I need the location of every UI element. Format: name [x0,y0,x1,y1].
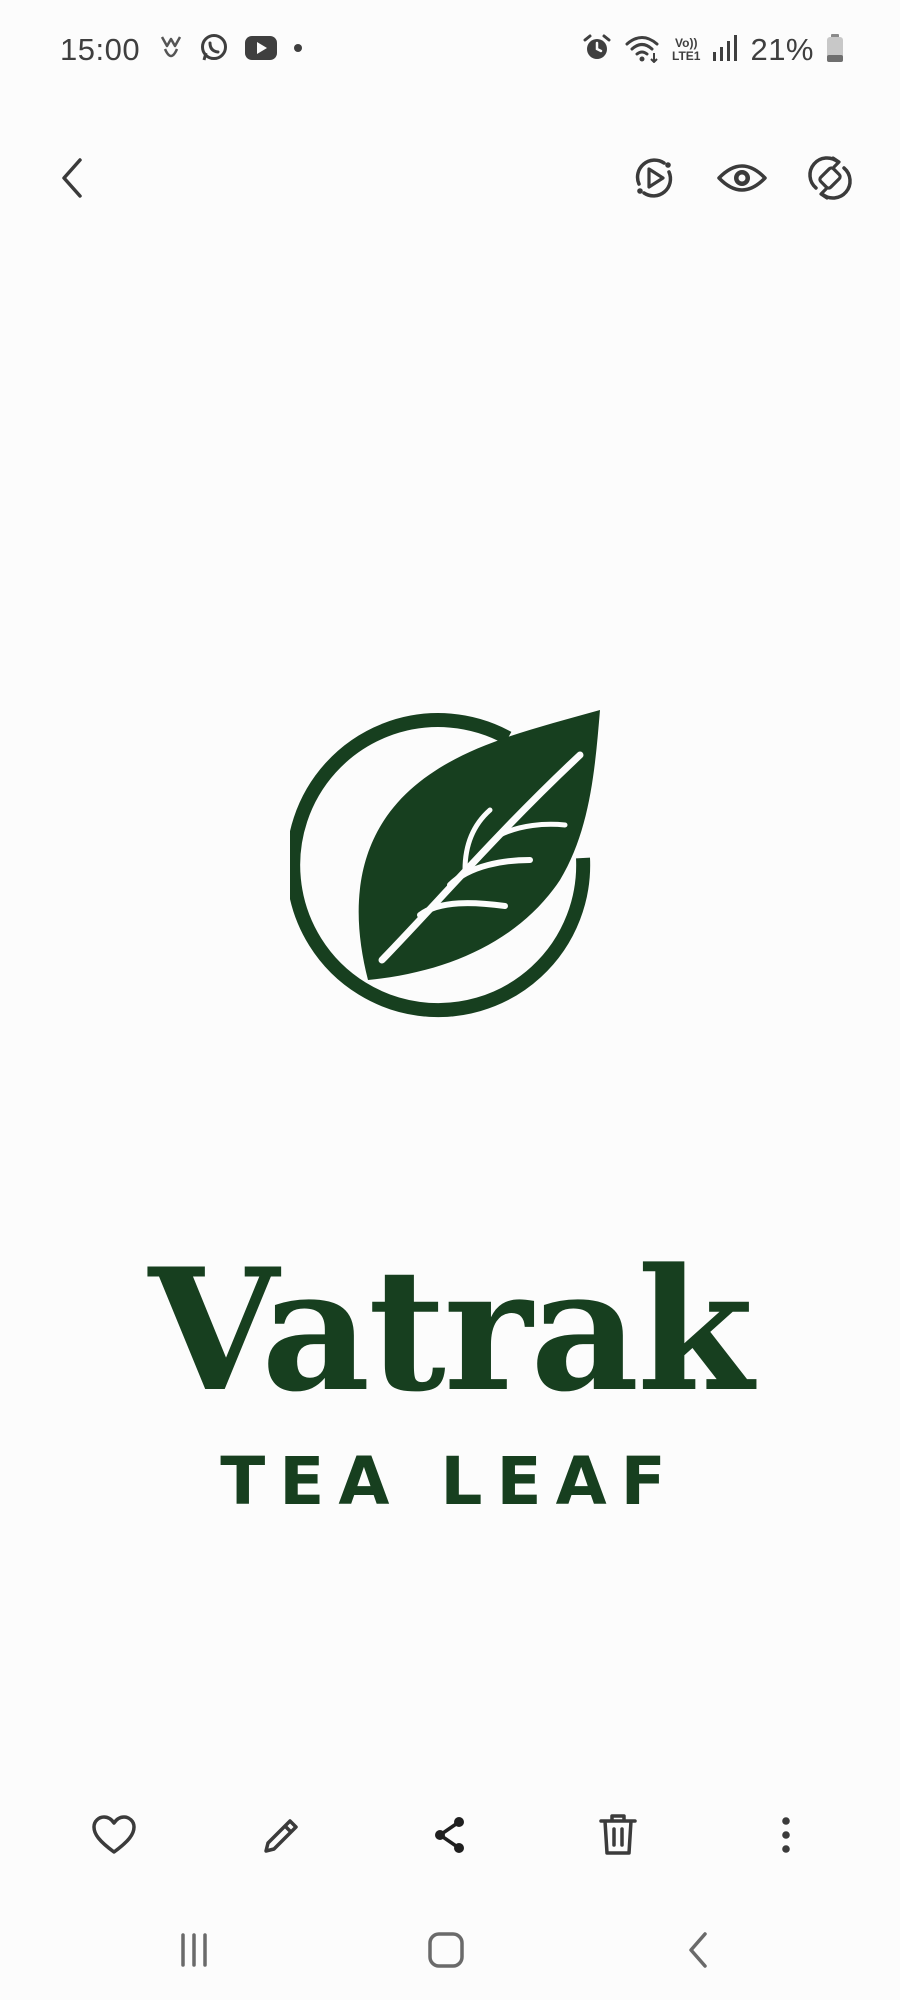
home-icon [428,1932,464,1968]
system-back-button[interactable] [662,1918,734,1982]
wifi-icon [624,33,660,68]
youtube-icon [244,35,278,66]
motion-photo-button[interactable] [622,146,686,210]
pencil-icon [264,1819,298,1853]
viewer-action-bar [0,1795,900,1875]
status-bar-left: 15:00 [60,28,304,72]
heart-icon [92,1815,136,1854]
tea-leaf-logo-icon [290,710,600,1018]
status-bar: 15:00 Vo)) LTE1 21% [0,0,900,100]
view-button[interactable] [710,146,774,210]
notification-app-icon [158,33,184,68]
volte-bottom-label: LTE1 [672,49,701,63]
signal-icon [712,34,738,67]
rotate-button[interactable] [798,146,862,210]
recents-icon [181,1933,207,1967]
back-icon [62,158,82,198]
motion-photo-icon [635,158,673,198]
recents-button[interactable] [158,1918,230,1982]
battery-icon [826,33,844,68]
status-time: 15:00 [60,32,141,67]
battery-percentage: 21% [750,32,814,67]
delete-button[interactable] [586,1803,650,1867]
back-chevron-icon [689,1932,707,1968]
system-navigation-bar [0,1910,900,1990]
favorite-button[interactable] [82,1803,146,1867]
status-bar-right: Vo)) LTE1 21% [582,28,844,72]
dot-icon [292,41,304,59]
rotate-icon [808,156,852,200]
trash-icon [599,1814,637,1855]
more-options-button[interactable] [754,1803,818,1867]
viewer-top-bar [0,140,900,216]
brand-tagline: TEA LEAF [220,1443,680,1520]
eye-icon [717,164,767,192]
image-view[interactable]: Vatrak TEA LEAF [0,230,900,1770]
edit-button[interactable] [250,1803,314,1867]
back-button[interactable] [40,146,104,210]
share-icon [435,1817,464,1853]
whatsapp-icon [198,32,230,69]
alarm-icon [582,33,612,68]
share-button[interactable] [418,1803,482,1867]
volte-icon: Vo)) LTE1 [672,37,700,63]
more-vertical-icon [782,1817,790,1853]
brand-name: Vatrak [148,1231,753,1429]
home-button[interactable] [410,1918,482,1982]
